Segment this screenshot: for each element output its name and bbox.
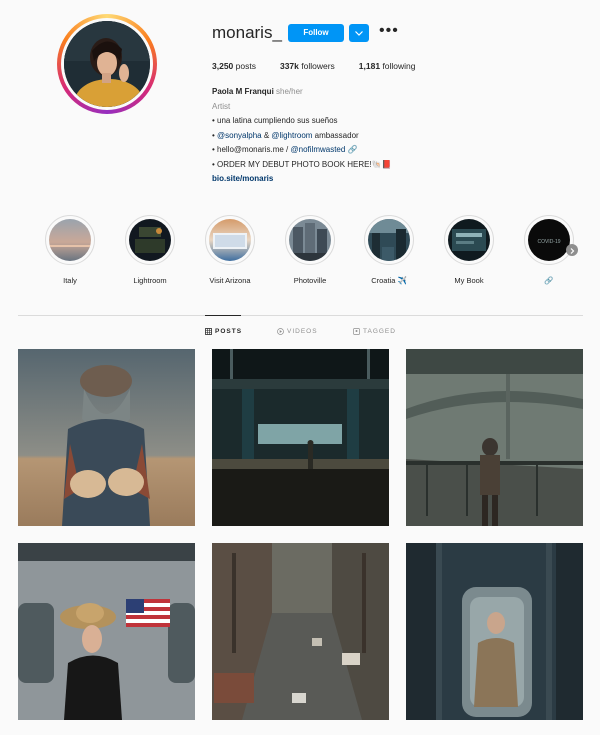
tab-videos-label: VIDEOS: [287, 328, 318, 335]
highlight-cover: [129, 219, 171, 261]
bio-line-4: • ORDER MY DEBUT PHOTO BOOK HERE!🐚📕: [212, 159, 392, 169]
highlight-cover: COVID-19: [528, 219, 570, 261]
highlight-label: Italy: [63, 276, 77, 285]
highlight-croatia[interactable]: Croatia ✈️: [354, 215, 424, 285]
tab-tagged-label: TAGGED: [363, 328, 396, 335]
follow-button[interactable]: Follow: [288, 24, 344, 42]
tab-posts[interactable]: POSTS: [205, 328, 242, 335]
bio-line-2: • @sonyalpha & @lightroom ambassador: [212, 129, 512, 144]
profile-category: Artist: [212, 101, 231, 111]
avatar-frame: [61, 18, 153, 110]
posts-stat-label: posts: [233, 61, 256, 71]
highlight-label: Croatia ✈️: [371, 276, 407, 285]
posts-count: 3,250: [212, 61, 234, 71]
highlight-cover: [289, 219, 331, 261]
bio-website-link[interactable]: bio.site/monaris: [212, 174, 273, 183]
following-stat[interactable]: 1,181 following: [359, 61, 416, 71]
video-icon: [277, 328, 284, 335]
highlight-ring: COVID-19: [524, 215, 574, 265]
highlight-my-book[interactable]: My Book: [434, 215, 504, 285]
bio-ambassador-text: ambassador: [312, 130, 359, 140]
highlight-ring: [205, 215, 255, 265]
suggested-accounts-button[interactable]: [349, 24, 369, 42]
highlight-label: My Book: [454, 276, 484, 285]
chevron-down-icon: [355, 31, 363, 36]
mention-sonyalpha-link[interactable]: @sonyalpha: [217, 131, 262, 140]
post-thumbnail[interactable]: [212, 349, 389, 526]
chevron-right-icon: [570, 248, 575, 254]
highlight-label: 🔗: [544, 276, 554, 285]
highlight-ring: [285, 215, 335, 265]
posts-stat: 3,250 posts: [212, 61, 256, 71]
highlight-visit-arizona[interactable]: Visit Arizona: [195, 215, 265, 285]
highlight-ring: [364, 215, 414, 265]
post-thumbnail[interactable]: [406, 349, 583, 526]
post-thumbnail[interactable]: [18, 349, 195, 526]
more-options-button[interactable]: •••: [379, 22, 399, 40]
highlight-italy[interactable]: Italy: [35, 215, 105, 285]
bio-line-3: • hello@monaris.me / @nofilmwasted 🔗: [212, 143, 512, 158]
bio-ampersand: &: [261, 130, 272, 140]
tab-posts-label: POSTS: [215, 328, 243, 335]
story-highlights: Italy Lightroom Visit Arizona Photoville…: [0, 215, 600, 295]
post-thumbnail[interactable]: [212, 543, 389, 720]
post-thumbnail[interactable]: [18, 543, 195, 720]
followers-count: 337k: [279, 61, 299, 71]
highlight-label: Photoville: [293, 276, 327, 285]
active-tab-indicator: [205, 315, 241, 316]
avatar: [64, 21, 150, 107]
highlight-photoville[interactable]: Photoville: [275, 215, 345, 285]
highlight-cover: [209, 219, 251, 261]
bio-line-1: • una latina cumpliendo sus sueños: [212, 116, 338, 125]
highlight-ring: [125, 215, 175, 265]
mention-lightroom-link[interactable]: @lightroom: [271, 131, 312, 140]
highlight-cover: [448, 219, 490, 261]
post-thumbnail[interactable]: [406, 543, 583, 720]
highlights-next-button[interactable]: [566, 244, 578, 256]
profile-full-name: Paola M Franqui: [212, 87, 274, 96]
profile-avatar-ring[interactable]: [57, 14, 157, 114]
following-stat-label: following: [380, 61, 416, 71]
tag-icon: [353, 328, 360, 335]
mention-nofilmwasted-link[interactable]: @nofilmwasted: [291, 145, 346, 154]
highlight-cover: [49, 219, 91, 261]
grid-icon: [205, 328, 212, 335]
profile-stats: 3,250 posts 337k followers 1,181 followi…: [212, 61, 440, 71]
highlight-ring: [45, 215, 95, 265]
profile-bio: Paola M Franqui she/her Artist • una lat…: [212, 85, 512, 187]
tab-videos[interactable]: VIDEOS: [277, 328, 318, 335]
highlight-label: Lightroom: [133, 276, 167, 285]
bio-email-text: • hello@monaris.me /: [212, 145, 291, 154]
tabs-divider: [18, 315, 583, 316]
highlight-cover: [368, 219, 410, 261]
tab-tagged[interactable]: TAGGED: [353, 328, 396, 335]
followers-stat[interactable]: 337k followers: [280, 61, 335, 71]
highlight-label: Visit Arizona: [209, 276, 251, 285]
highlight-ring: [444, 215, 494, 265]
following-count: 1,181: [358, 61, 381, 71]
profile-pronouns: she/her: [276, 87, 303, 96]
followers-stat-label: followers: [298, 61, 335, 71]
profile-username: monaris_: [212, 23, 282, 42]
link-icon: 🔗: [347, 145, 358, 154]
highlight-cover-text: COVID-19: [537, 239, 560, 245]
highlight-lightroom[interactable]: Lightroom: [115, 215, 185, 285]
